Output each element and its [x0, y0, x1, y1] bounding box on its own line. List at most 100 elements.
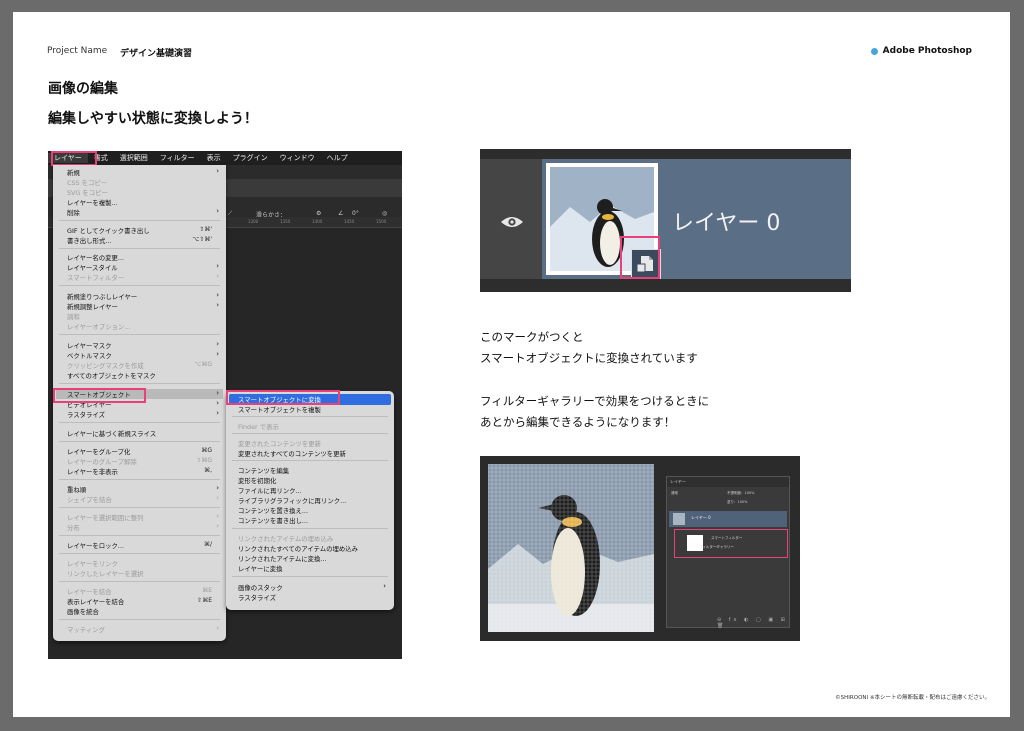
shortcut-text: ⇧⌘G: [196, 457, 212, 464]
fill-field[interactable]: 塗り：100%: [727, 500, 748, 505]
shortcut-text: ⌥⌘G: [194, 361, 212, 368]
menu-item-new-adjust[interactable]: 新規調整レイヤー: [67, 302, 118, 311]
layers-panel-small: レイヤー 通常 不透明度：100% 塗り：100% レイヤー 0 スマートフィル…: [666, 476, 790, 629]
menu-item-arrange[interactable]: 重ね順: [67, 485, 86, 494]
menu-separator: [59, 422, 220, 423]
menu-bar: レイヤー 書式 選択範囲 フィルター 表示 プラグイン ウィンドウ ヘルプ: [48, 151, 402, 165]
menu-plugins[interactable]: プラグイン: [227, 153, 274, 163]
menu-item-layer-mask[interactable]: レイヤーマスク: [67, 341, 112, 350]
menu-item-rasterize[interactable]: ラスタライズ: [67, 410, 105, 419]
menu-item-combine-shapes: シェイプを結合: [67, 496, 112, 504]
smart-filter-highlight-frame: [674, 529, 788, 558]
layer-name-small: レイヤー 0: [691, 515, 711, 520]
chevron-right-icon: ›: [216, 291, 219, 299]
menu-item-new-slice[interactable]: レイヤーに基づく新規スライス: [67, 429, 156, 438]
submenu-item-embed-linked: リンクされたアイテムの埋め込み: [238, 535, 334, 543]
menu-separator: [232, 416, 388, 417]
shortcut-text: ⇧⌘': [199, 226, 212, 233]
menu-item-distribute: 分布: [67, 524, 80, 532]
submenu-item-update-modified: 変更されたコンテンツを更新: [238, 440, 322, 448]
menu-item-merge: レイヤーを結合: [67, 588, 112, 596]
submenu-item-edit-contents[interactable]: コンテンツを編集: [238, 466, 289, 475]
menu-item-quick-export[interactable]: GIF としてクイック書き出し: [67, 226, 150, 235]
ruler-number: 1350: [280, 219, 291, 224]
layer-name: レイヤー 0: [672, 211, 781, 236]
shortcut-text: ⌘E: [202, 587, 212, 594]
menu-item-lock[interactable]: レイヤーをロック...: [67, 541, 124, 550]
layers-tab[interactable]: レイヤー: [667, 477, 789, 487]
submenu-item-export-contents[interactable]: コンテンツを書き出し...: [238, 516, 308, 525]
chevron-right-icon: ›: [216, 301, 219, 309]
menu-separator: [59, 479, 220, 480]
layer-row[interactable]: レイヤー 0: [542, 159, 851, 279]
menu-item-delete[interactable]: 削除: [67, 208, 80, 217]
menu-separator: [59, 535, 220, 536]
panel-footer-icons[interactable]: ⊖ fx ◐ ▢ ▣ ⊞ 🗑: [717, 617, 789, 629]
submenu-item-convert-linked[interactable]: リンクされたアイテムに変換...: [238, 554, 327, 563]
menu-item-new-fill[interactable]: 新規塗りつぶしレイヤー: [67, 292, 137, 301]
shortcut-text: ⌘/: [203, 541, 212, 548]
chevron-right-icon: ›: [216, 167, 219, 175]
opacity-field[interactable]: 不透明度：100%: [727, 491, 755, 496]
submenu-item-replace-contents[interactable]: コンテンツを置き換え...: [238, 506, 308, 515]
submenu-item-embed-all[interactable]: リンクされたすべてのアイテムの埋め込み: [238, 544, 358, 553]
project-title: デザイン基礎演習: [120, 49, 193, 59]
submenu-item-relink-file[interactable]: ファイルに再リンク...: [238, 486, 302, 495]
menu-separator: [232, 433, 388, 434]
menu-item-layer-style[interactable]: レイヤースタイル: [67, 263, 118, 272]
submenu-item-reset-transform[interactable]: 変形を初期化: [238, 476, 276, 485]
menu-item-align-selection: レイヤーを選択範囲に整列: [67, 514, 144, 522]
explain-line-1: このマークがつくと: [480, 330, 584, 344]
submenu-item-convert-layer[interactable]: レイヤーに変換: [238, 564, 283, 573]
shortcut-text: ⌘G: [201, 447, 212, 454]
menu-item-vector-mask[interactable]: ベクトルマスク: [67, 351, 112, 360]
menu-item-export-as[interactable]: 書き出し形式...: [67, 236, 111, 245]
layer-panel-closeup: レイヤー 0: [480, 149, 851, 292]
ruler-number: 1500: [376, 219, 387, 224]
menu-item-flatten[interactable]: 画像を統合: [67, 607, 99, 616]
menu-item-mask-all[interactable]: すべてのオブジェクトをマスク: [67, 371, 156, 380]
submenu-item-stack[interactable]: 画像のスタック: [238, 583, 283, 592]
layer-thumbnail-small: [673, 513, 685, 525]
chevron-right-icon: ›: [216, 272, 219, 280]
menu-item-ungroup: レイヤーのグループ解除: [67, 458, 137, 466]
smart-object-submenu: スマートオブジェクトに変換 スマートオブジェクトを複製 Finder で表示 変…: [226, 391, 394, 610]
app-name: Adobe Photoshop: [882, 46, 972, 56]
shortcut-text: ⌥⇧⌘': [192, 236, 212, 243]
chevron-right-icon: ›: [216, 399, 219, 407]
blend-mode[interactable]: 通常: [671, 491, 678, 496]
chevron-right-icon: ›: [216, 522, 219, 530]
menu-item-link: レイヤーをリンク: [67, 560, 118, 568]
menu-separator: [232, 576, 388, 577]
menu-select[interactable]: 選択範囲: [114, 153, 154, 163]
menu-item-rename[interactable]: レイヤー名の変更...: [67, 253, 124, 262]
menu-separator: [232, 528, 388, 529]
menu-view[interactable]: 表示: [201, 153, 227, 163]
filter-gallery-screenshot: レイヤー 通常 不透明度：100% 塗り：100% レイヤー 0 スマートフィル…: [480, 456, 800, 641]
menu-item-duplicate[interactable]: レイヤーを複製...: [67, 198, 118, 207]
layer-dropdown-menu: 新規 › CSS をコピー SVG をコピー レイヤーを複製... 削除 › GIF…: [53, 165, 226, 641]
submenu-item-rasterize[interactable]: ラスタライズ: [238, 593, 276, 602]
menu-item-group[interactable]: レイヤーをグループ化: [67, 447, 130, 456]
submenu-item-duplicate[interactable]: スマートオブジェクトを複製: [238, 405, 321, 414]
layer-row-small[interactable]: レイヤー 0: [669, 511, 787, 527]
menu-separator: [59, 334, 220, 335]
menu-window[interactable]: ウィンドウ: [274, 153, 321, 163]
menu-item-merge-visible[interactable]: 表示レイヤーを結合: [67, 597, 124, 606]
menu-item-new[interactable]: 新規: [67, 168, 80, 177]
chevron-right-icon: ›: [216, 389, 219, 397]
photoshop-menu-screenshot: ⟋ 滑らかさ： ⚙ ∠ 0° ◎ 1300 1350 1400 1450 150…: [48, 151, 402, 659]
menu-separator: [59, 383, 220, 384]
submenu-item-relink-library[interactable]: ライブラリグラフィックに再リンク...: [238, 496, 346, 505]
submenu-item-update-all[interactable]: 変更されたすべてのコンテンツを更新: [238, 449, 346, 458]
menu-separator: [59, 619, 220, 620]
menu-separator: [59, 553, 220, 554]
menu-separator: [59, 285, 220, 286]
menu-item-hide[interactable]: レイヤーを非表示: [67, 467, 118, 476]
eye-icon[interactable]: [500, 215, 524, 229]
menu-help[interactable]: ヘルプ: [321, 153, 354, 163]
bullet-dot-icon: [870, 47, 878, 55]
menu-filter[interactable]: フィルター: [154, 153, 201, 163]
ruler-number: 1450: [344, 219, 355, 224]
explain-line-2: スマートオブジェクトに変換されています: [480, 351, 698, 365]
